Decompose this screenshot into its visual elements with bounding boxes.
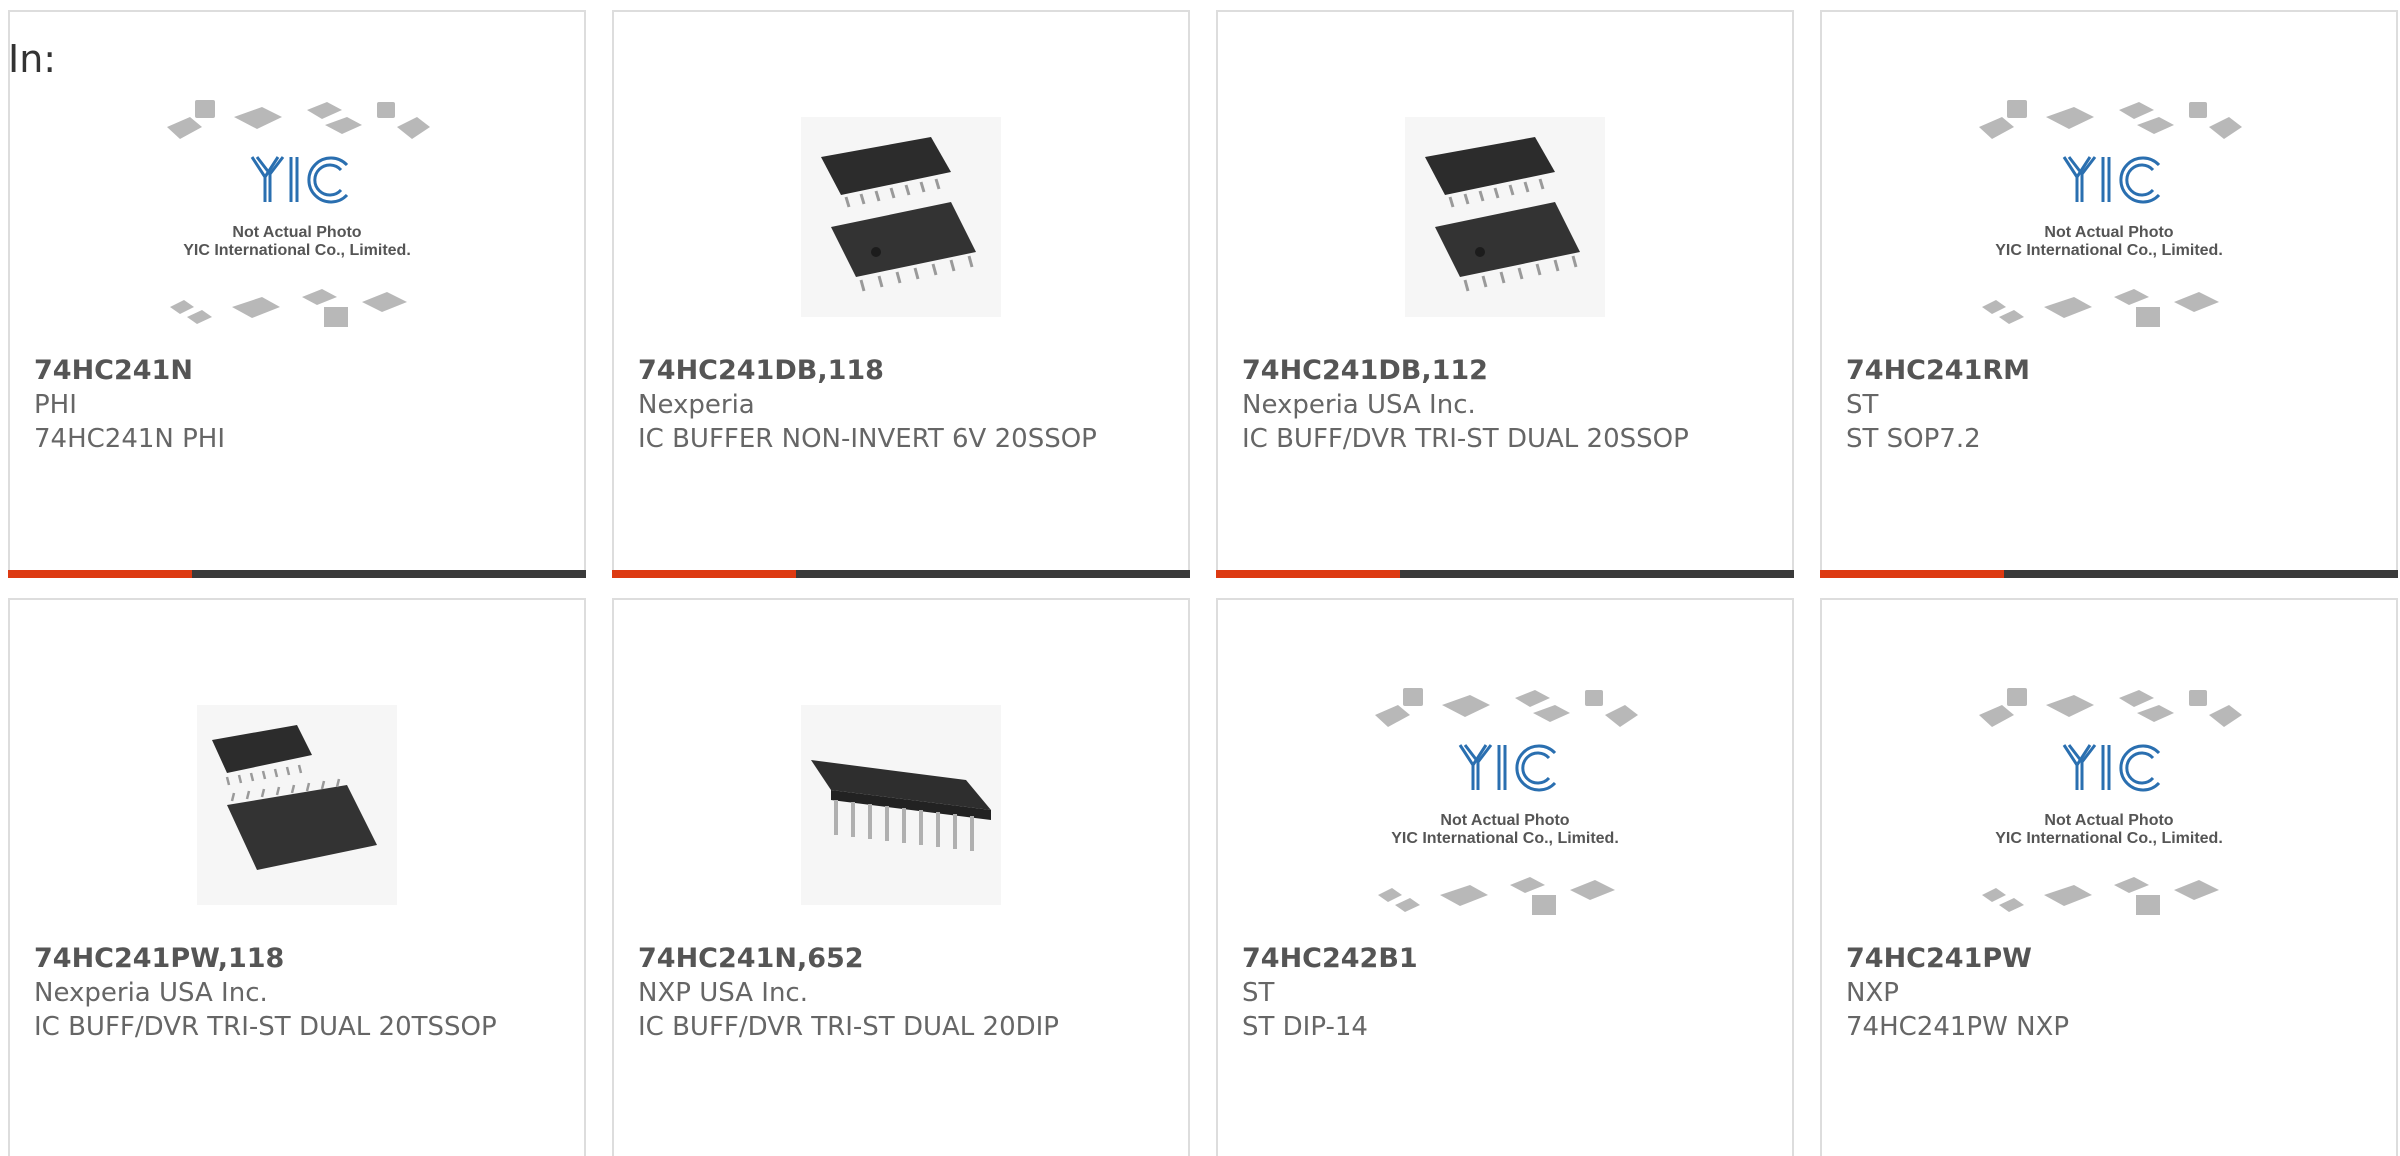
ssop-chip-image xyxy=(801,117,1001,317)
part-number[interactable]: 74HC241PW xyxy=(1846,942,2376,976)
svg-text:Not Actual Photo: Not Actual Photo xyxy=(232,224,361,241)
product-card[interactable]: 74HC241N,652 NXP USA Inc. IC BUFF/DVR TR… xyxy=(612,598,1190,1156)
product-image[interactable]: Not Actual Photo YIC International Co., … xyxy=(1822,680,2396,930)
manufacturer: ST xyxy=(1242,978,1275,1008)
description: IC BUFF/DVR TRI-ST DUAL 20SSOP xyxy=(1242,424,1689,454)
product-card[interactable]: 74HC241DB,118 Nexperia IC BUFFER NON-INV… xyxy=(612,10,1190,578)
manufacturer: NXP xyxy=(1846,978,1899,1008)
description: IC BUFF/DVR TRI-ST DUAL 20TSSOP xyxy=(34,1012,497,1042)
product-card[interactable]: 74HC241PW,118 Nexperia USA Inc. IC BUFF/… xyxy=(8,598,586,1156)
product-image[interactable]: Not Actual Photo YIC International Co., … xyxy=(1822,92,2396,342)
product-image[interactable] xyxy=(614,680,1188,930)
manufacturer: PHI xyxy=(34,390,77,420)
description: 74HC241PW NXP xyxy=(1846,1012,2070,1042)
product-card[interactable]: Not Actual Photo YIC International Co., … xyxy=(8,10,586,578)
part-number[interactable]: 74HC241PW,118 xyxy=(34,942,564,976)
ssop-chip-image xyxy=(1405,117,1605,317)
manufacturer: ST xyxy=(1846,390,1879,420)
dip-chip-image xyxy=(801,705,1001,905)
not-actual-photo-placeholder-image: Not Actual Photo YIC International Co., … xyxy=(167,100,430,327)
card-accent-bar xyxy=(1216,570,1794,578)
product-card[interactable]: Not Actual Photo YIC International Co., … xyxy=(1820,598,2398,1156)
description: IC BUFFER NON-INVERT 6V 20SSOP xyxy=(638,424,1097,454)
svg-text:Not Actual Photo: Not Actual Photo xyxy=(2044,224,2173,241)
part-number[interactable]: 74HC241RM xyxy=(1846,354,2376,388)
product-image[interactable]: Not Actual Photo YIC International Co., … xyxy=(1218,680,1792,930)
product-card[interactable]: 74HC241DB,112 Nexperia USA Inc. IC BUFF/… xyxy=(1216,10,1794,578)
svg-text:Not Actual Photo: Not Actual Photo xyxy=(1440,812,1569,829)
product-image[interactable] xyxy=(1218,92,1792,342)
card-accent-bar xyxy=(8,570,586,578)
part-number[interactable]: 74HC241DB,118 xyxy=(638,354,1168,388)
svg-text:YIC International Co., Limited: YIC International Co., Limited. xyxy=(1995,830,2223,847)
search-prefix-label: In: xyxy=(8,37,57,81)
product-results-page: In: Not Actual Photo YIC International C… xyxy=(0,0,2400,1156)
description: IC BUFF/DVR TRI-ST DUAL 20DIP xyxy=(638,1012,1059,1042)
product-image[interactable] xyxy=(614,92,1188,342)
card-accent-bar xyxy=(1820,570,2398,578)
manufacturer: NXP USA Inc. xyxy=(638,978,808,1008)
product-card[interactable]: Not Actual Photo YIC International Co., … xyxy=(1820,10,2398,578)
product-card[interactable]: Not Actual Photo YIC International Co., … xyxy=(1216,598,1794,1156)
svg-text:YIC International Co., Limited: YIC International Co., Limited. xyxy=(1391,830,1619,847)
part-number[interactable]: 74HC241N,652 xyxy=(638,942,1168,976)
part-number[interactable]: 74HC241DB,112 xyxy=(1242,354,1772,388)
tssop-chip-image xyxy=(197,705,397,905)
description: ST DIP-14 xyxy=(1242,1012,1368,1042)
description: ST SOP7.2 xyxy=(1846,424,1981,454)
not-actual-photo-placeholder-image: Not Actual Photo YIC International Co., … xyxy=(1979,100,2242,327)
manufacturer: Nexperia xyxy=(638,390,755,420)
not-actual-photo-placeholder-image: Not Actual Photo YIC International Co., … xyxy=(1979,688,2242,915)
not-actual-photo-placeholder-image: Not Actual Photo YIC International Co., … xyxy=(1375,688,1638,915)
part-number[interactable]: 74HC241N xyxy=(34,354,564,388)
manufacturer: Nexperia USA Inc. xyxy=(1242,390,1476,420)
description: 74HC241N PHI xyxy=(34,424,226,454)
part-number[interactable]: 74HC242B1 xyxy=(1242,942,1772,976)
product-grid: Not Actual Photo YIC International Co., … xyxy=(8,10,2398,1156)
product-image[interactable] xyxy=(10,680,584,930)
product-image[interactable]: Not Actual Photo YIC International Co., … xyxy=(10,92,584,342)
svg-text:YIC International Co., Limited: YIC International Co., Limited. xyxy=(183,242,411,259)
manufacturer: Nexperia USA Inc. xyxy=(34,978,268,1008)
svg-text:Not Actual Photo: Not Actual Photo xyxy=(2044,812,2173,829)
card-accent-bar xyxy=(612,570,1190,578)
svg-text:YIC International Co., Limited: YIC International Co., Limited. xyxy=(1995,242,2223,259)
